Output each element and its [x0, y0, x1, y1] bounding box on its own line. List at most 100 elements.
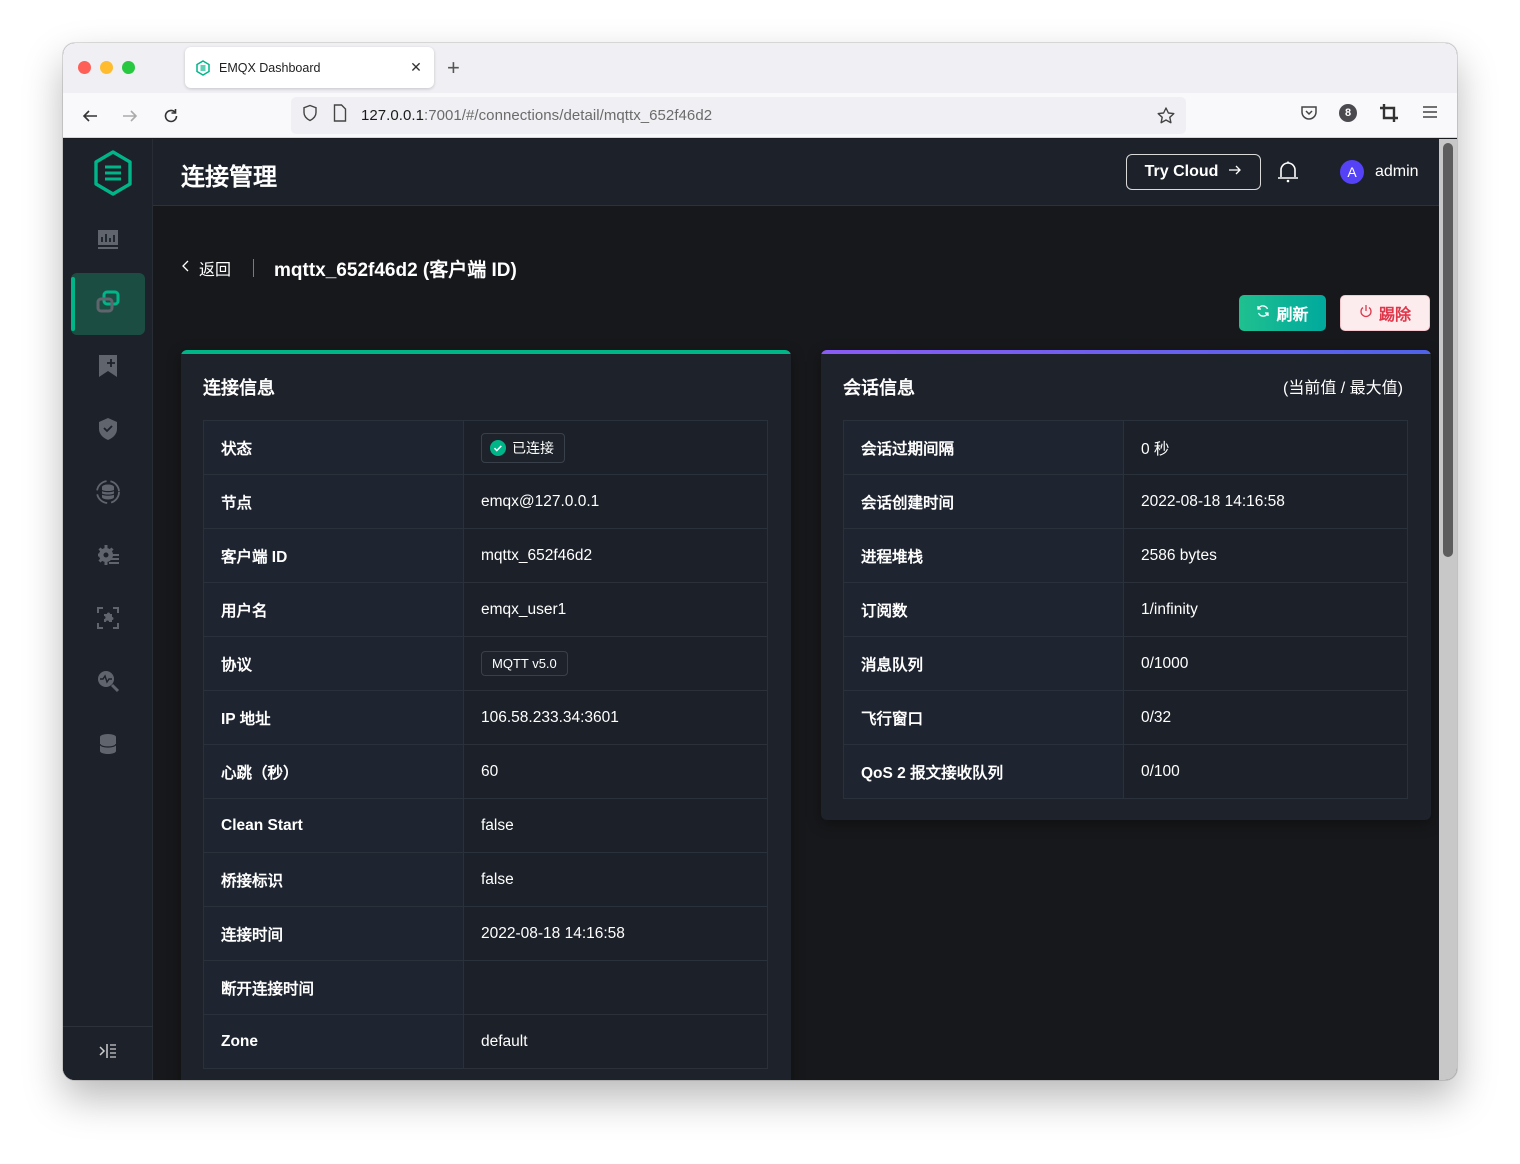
collapse-sidebar-button[interactable]	[63, 1026, 153, 1080]
row-value: 0/100	[1123, 744, 1408, 799]
card-accent-bar	[181, 350, 791, 354]
row-key: 协议	[203, 636, 464, 691]
table-row: 订阅数 1/infinity	[843, 582, 1408, 637]
sidebar-item-system[interactable]	[71, 715, 145, 777]
app-header: 连接管理 Try Cloud A admin	[153, 139, 1439, 206]
connection-info-card: 连接信息 状态 已连接 节点 emqx@127.0.0.1 客户端 ID mqttx_65…	[181, 350, 791, 1080]
row-key: 会话过期间隔	[843, 420, 1124, 475]
row-value: false	[463, 852, 768, 907]
status-badge: 已连接	[481, 432, 565, 463]
sidebar-item-extensions[interactable]	[71, 589, 145, 651]
chevron-left-icon	[181, 259, 191, 278]
subscriptions-icon	[97, 354, 119, 383]
emqx-logo-icon[interactable]	[91, 149, 135, 197]
row-key: IP 地址	[203, 690, 464, 745]
bell-icon[interactable]	[1277, 160, 1299, 189]
emqx-favicon-icon	[195, 59, 211, 76]
menu-icon[interactable]	[1421, 103, 1439, 126]
power-icon	[1359, 304, 1373, 323]
sidebar-item-diagnose[interactable]	[71, 652, 145, 714]
username[interactable]: admin	[1375, 163, 1419, 181]
row-value: 2022-08-18 14:16:58	[463, 906, 768, 961]
dashboard-icon	[97, 229, 119, 256]
back-label: 返回	[199, 262, 232, 279]
row-key: 桥接标识	[203, 852, 464, 907]
tab-title: EMQX Dashboard	[219, 60, 321, 75]
sidebar-item-data-integration[interactable]	[71, 463, 145, 525]
maximize-window-button[interactable]	[122, 61, 135, 74]
bookmark-star-icon[interactable]	[1156, 106, 1176, 131]
row-value: 0 秒	[1123, 420, 1408, 475]
kick-label: 踢除	[1378, 307, 1411, 324]
scrollbar-thumb[interactable]	[1443, 143, 1453, 557]
row-key: 订阅数	[843, 582, 1124, 637]
table-row: Clean Start false	[203, 798, 768, 853]
minimize-window-button[interactable]	[100, 61, 113, 74]
browser-tab[interactable]: EMQX Dashboard ✕	[185, 47, 434, 88]
back-button[interactable]: 返回	[181, 256, 231, 280]
table-row: 协议 MQTT v5.0	[203, 636, 768, 691]
table-row: 客户端 ID mqttx_652f46d2	[203, 528, 768, 583]
kick-out-button[interactable]: 踢除	[1340, 295, 1430, 331]
tab-close-icon[interactable]: ✕	[408, 59, 424, 76]
extensions-icon	[96, 606, 120, 635]
address-bar[interactable]: 127.0.0.1:7001/#/connections/detail/mqtt…	[291, 97, 1186, 134]
new-tab-button[interactable]: +	[447, 55, 460, 81]
session-info-table: 会话过期间隔 0 秒会话创建时间 2022-08-18 14:16:58 进程堆栈 25…	[843, 420, 1408, 799]
emqx-app: 连接管理 Try Cloud A admin 返回 mqttx_652f46d2…	[63, 139, 1439, 1080]
row-value: 106.58.233.34:3601	[463, 690, 768, 745]
crop-icon[interactable]	[1379, 103, 1399, 128]
refresh-button[interactable]: 刷新	[1239, 295, 1326, 331]
arrow-right-icon	[1228, 163, 1242, 181]
row-key: 心跳（秒）	[203, 744, 464, 799]
browser-window: EMQX Dashboard ✕ + 127.0.0.1:7001/#/conn…	[63, 43, 1457, 1080]
table-row: 心跳（秒） 60	[203, 744, 768, 799]
row-value: emqx_user1	[463, 582, 768, 637]
shield-icon[interactable]	[301, 104, 319, 127]
page-scrollbar[interactable]	[1439, 139, 1457, 1080]
row-key: QoS 2 报文接收队列	[843, 744, 1124, 799]
try-cloud-label: Try Cloud	[1144, 163, 1219, 180]
table-row: 进程堆栈 2586 bytes	[843, 528, 1408, 583]
row-key: 飞行窗口	[843, 690, 1124, 745]
row-value: 60	[463, 744, 768, 799]
avatar[interactable]: A	[1340, 160, 1364, 184]
collapse-menu-icon	[98, 1042, 118, 1065]
table-row: Zone default	[203, 1014, 768, 1069]
row-key: 用户名	[203, 582, 464, 637]
page-title: mqttx_652f46d2 (客户端 ID)	[274, 259, 517, 281]
row-value: 0/32	[1123, 690, 1408, 745]
back-arrow-icon[interactable]	[77, 103, 103, 129]
diagnose-icon	[96, 669, 120, 698]
table-row: 桥接标识 false	[203, 852, 768, 907]
sidebar-item-security[interactable]	[71, 400, 145, 462]
row-key: 断开连接时间	[203, 960, 464, 1015]
sidebar-item-subscriptions[interactable]	[71, 337, 145, 399]
close-window-button[interactable]	[78, 61, 91, 74]
database-icon	[98, 733, 118, 760]
session-info-title: 会话信息	[843, 378, 915, 398]
status-text: 已连接	[512, 439, 554, 456]
url-text[interactable]: 127.0.0.1:7001/#/connections/detail/mqtt…	[361, 107, 712, 124]
reload-icon[interactable]	[158, 103, 184, 129]
row-key: Zone	[203, 1014, 464, 1069]
forward-arrow-icon[interactable]	[117, 103, 143, 129]
row-value: 2022-08-18 14:16:58	[1123, 474, 1408, 529]
try-cloud-button[interactable]: Try Cloud	[1126, 154, 1261, 190]
sidebar-item-connections[interactable]	[71, 273, 145, 335]
sidebar-item-dashboard[interactable]	[71, 211, 145, 273]
row-value: emqx@127.0.0.1	[463, 474, 768, 529]
sidebar-item-management[interactable]	[71, 526, 145, 588]
pocket-icon[interactable]	[1299, 103, 1319, 128]
row-key: 会话创建时间	[843, 474, 1124, 529]
gear-list-icon	[96, 543, 120, 572]
table-row: IP 地址 106.58.233.34:3601	[203, 690, 768, 745]
row-key: 进程堆栈	[843, 528, 1124, 583]
row-key: 消息队列	[843, 636, 1124, 691]
extension-badge[interactable]: 8	[1339, 104, 1357, 122]
page-heading: 返回 mqttx_652f46d2 (客户端 ID)	[181, 250, 517, 286]
refresh-label: 刷新	[1276, 307, 1309, 324]
table-row: 状态 已连接	[203, 420, 768, 475]
row-key: 客户端 ID	[203, 528, 464, 583]
page-icon	[333, 104, 347, 127]
